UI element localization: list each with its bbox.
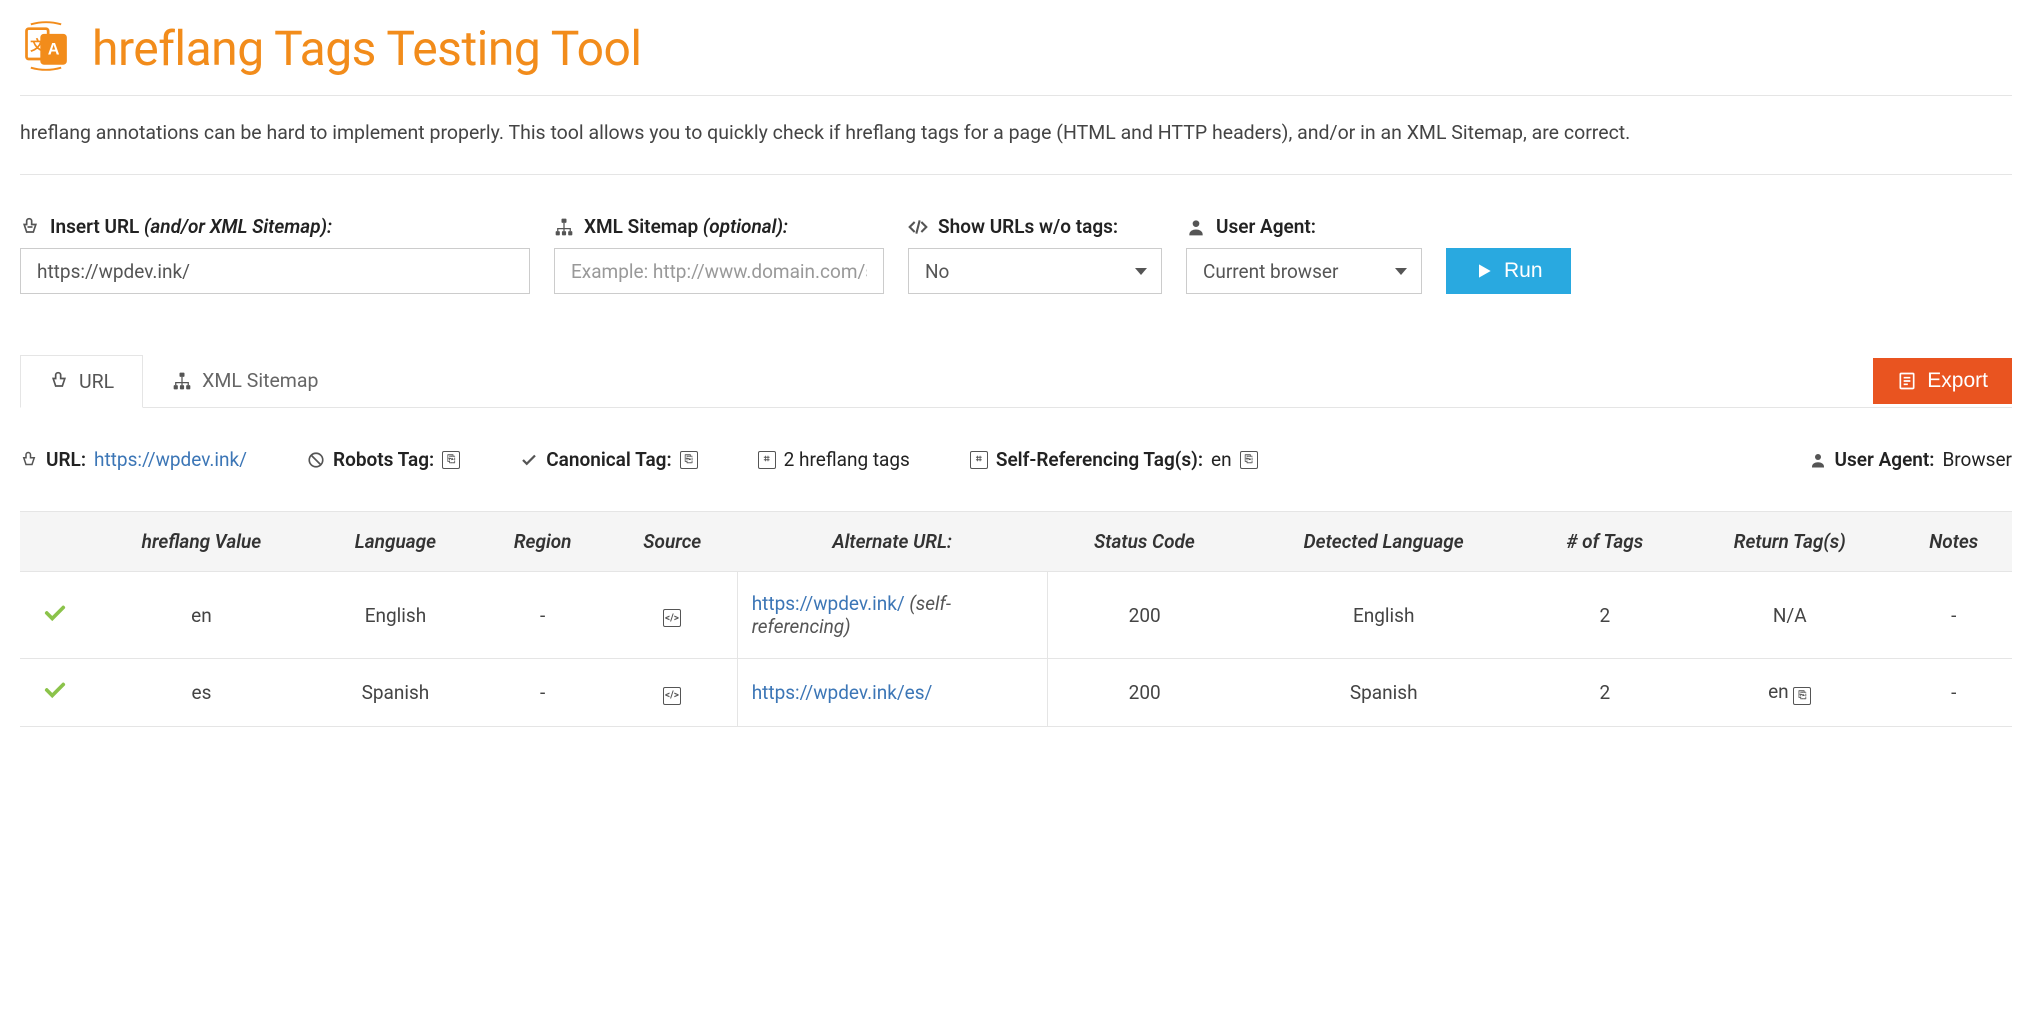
col-language: Language (313, 512, 478, 572)
sitemap-icon (172, 371, 192, 391)
sitemap-input[interactable] (554, 248, 884, 294)
cell-region: - (478, 659, 607, 727)
pointer-icon (20, 217, 40, 237)
url-field-group: Insert URL (and/or XML Sitemap): (20, 215, 530, 294)
cell-source: </> (607, 572, 737, 659)
user-icon (1809, 451, 1827, 469)
page-description: hreflang annotations can be hard to impl… (20, 118, 2012, 148)
tag-icon: ⌗ (970, 451, 988, 469)
cell-return-tags: en ⎘ (1684, 659, 1895, 727)
sitemap-field-group: XML Sitemap (optional): (554, 215, 884, 294)
url-meta-row: URL: https://wpdev.ink/ Robots Tag: ⎘ Ca… (20, 448, 2012, 471)
svg-text:A: A (48, 41, 60, 59)
source-icon: </> (663, 609, 681, 627)
meta-useragent: User Agent: Browser (1809, 448, 2012, 471)
col-source: Source (607, 512, 737, 572)
logo-icon: A 文 (20, 20, 72, 77)
sitemap-icon (554, 217, 574, 237)
cell-region: - (478, 572, 607, 659)
cell-hreflang: en (90, 572, 313, 659)
col-hreflang-value: hreflang Value (90, 512, 313, 572)
tab-url[interactable]: URL (20, 355, 143, 408)
show-urls-select[interactable]: NoYes (908, 248, 1162, 294)
cell-language: Spanish (313, 659, 478, 727)
results-table: hreflang Value Language Region Source Al… (20, 511, 2012, 727)
tag-icon: ⌗ (758, 451, 776, 469)
input-form: Insert URL (and/or XML Sitemap): XML Sit… (20, 215, 2012, 294)
tabs: URL XML Sitemap Export (20, 354, 2012, 408)
col-notes: Notes (1896, 512, 2013, 572)
alternate-url-link[interactable]: https://wpdev.ink/es/ (752, 681, 933, 704)
source-icon: </> (663, 687, 681, 705)
tab-xml-sitemap[interactable]: XML Sitemap (143, 354, 347, 407)
pointer-icon (20, 451, 38, 469)
copy-icon[interactable]: ⎘ (680, 451, 698, 469)
cell-notes: - (1896, 572, 2013, 659)
cell-detected-language: Spanish (1242, 659, 1526, 727)
user-agent-label: User Agent: (1186, 215, 1422, 238)
copy-icon[interactable]: ⎘ (1793, 687, 1811, 705)
cell-alternate-url: https://wpdev.ink/ (self-referencing) (737, 572, 1047, 659)
copy-icon[interactable]: ⎘ (1240, 451, 1258, 469)
url-label: Insert URL (and/or XML Sitemap): (20, 215, 530, 238)
col-region: Region (478, 512, 607, 572)
ban-icon (307, 451, 325, 469)
cell-num-tags: 2 (1526, 572, 1684, 659)
page-title: hreflang Tags Testing Tool (92, 20, 642, 77)
table-row: en English - </> https://wpdev.ink/ (sel… (20, 572, 2012, 659)
cell-num-tags: 2 (1526, 659, 1684, 727)
page-header: A 文 hreflang Tags Testing Tool (20, 20, 2012, 77)
pointer-icon (49, 371, 69, 391)
user-icon (1186, 217, 1206, 237)
col-num-tags: # of Tags (1526, 512, 1684, 572)
cell-notes: - (1896, 659, 2013, 727)
copy-icon[interactable]: ⎘ (442, 451, 460, 469)
meta-url-link[interactable]: https://wpdev.ink/ (94, 448, 247, 471)
col-alternate-url: Alternate URL: (737, 512, 1047, 572)
col-status (20, 512, 90, 572)
export-icon (1897, 371, 1917, 391)
user-agent-field-group: User Agent: Current browser (1186, 215, 1422, 294)
alternate-url-link[interactable]: https://wpdev.ink/ (752, 592, 905, 615)
meta-canonical: Canonical Tag: ⎘ (520, 448, 697, 471)
run-button[interactable]: Run (1446, 248, 1571, 294)
check-icon (40, 602, 70, 624)
cell-alternate-url: https://wpdev.ink/es/ (737, 659, 1047, 727)
check-icon (520, 451, 538, 469)
show-urls-field-group: Show URLs w/o tags: NoYes (908, 215, 1162, 294)
check-icon (40, 679, 70, 701)
svg-text:文: 文 (30, 37, 45, 53)
meta-selfref: ⌗ Self-Referencing Tag(s): en ⎘ (970, 448, 1258, 471)
divider (20, 95, 2012, 96)
meta-hreflang-count: ⌗ 2 hreflang tags (758, 448, 910, 471)
code-icon (908, 217, 928, 237)
meta-url: URL: https://wpdev.ink/ (20, 448, 247, 471)
cell-detected-language: English (1242, 572, 1526, 659)
table-row: es Spanish - </> https://wpdev.ink/es/ 2… (20, 659, 2012, 727)
sitemap-label: XML Sitemap (optional): (554, 215, 884, 238)
table-header-row: hreflang Value Language Region Source Al… (20, 512, 2012, 572)
cell-status-code: 200 (1047, 659, 1241, 727)
col-return-tags: Return Tag(s) (1684, 512, 1895, 572)
url-input[interactable] (20, 248, 530, 294)
cell-return-tags: N/A (1684, 572, 1895, 659)
cell-hreflang: es (90, 659, 313, 727)
show-urls-label: Show URLs w/o tags: (908, 215, 1162, 238)
col-status-code: Status Code (1047, 512, 1241, 572)
play-icon (1474, 261, 1494, 281)
export-button[interactable]: Export (1873, 358, 2012, 404)
meta-robots: Robots Tag: ⎘ (307, 448, 460, 471)
cell-status-code: 200 (1047, 572, 1241, 659)
cell-language: English (313, 572, 478, 659)
user-agent-select[interactable]: Current browser (1186, 248, 1422, 294)
divider (20, 174, 2012, 175)
cell-source: </> (607, 659, 737, 727)
col-detected-language: Detected Language (1242, 512, 1526, 572)
